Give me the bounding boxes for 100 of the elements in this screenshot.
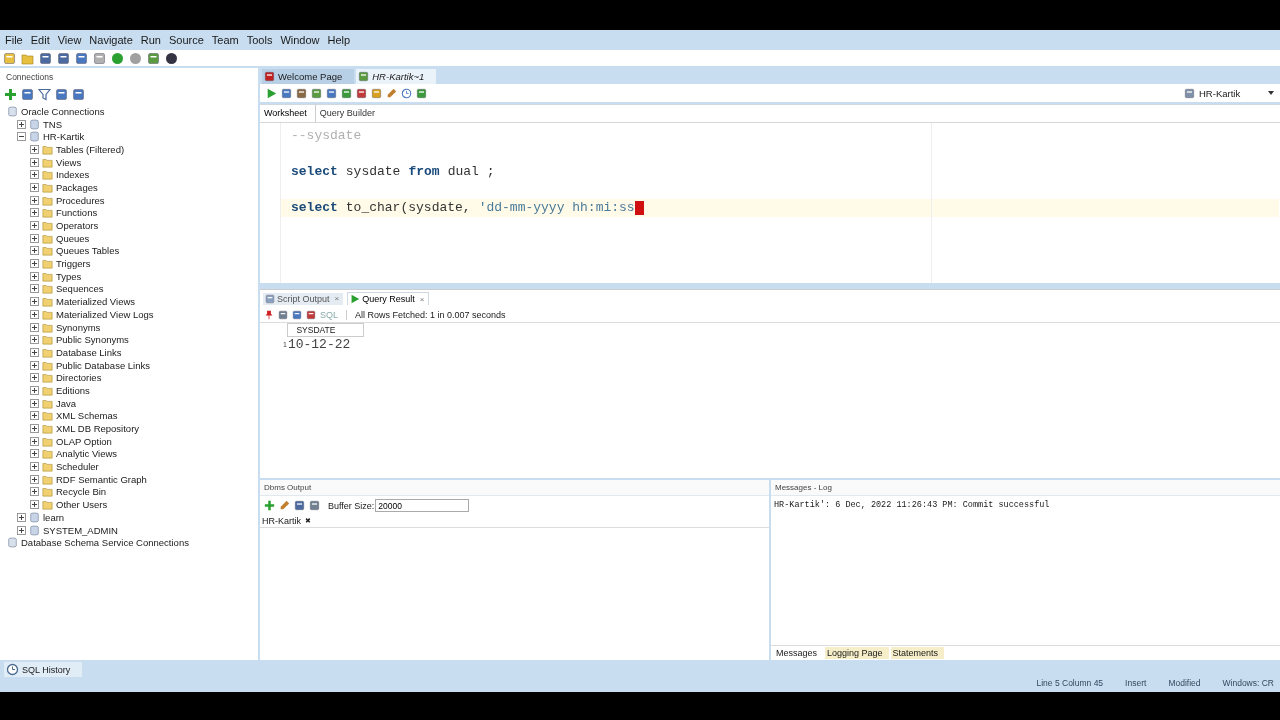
expand-toggle[interactable] — [17, 525, 26, 535]
menu-item[interactable]: Navigate — [89, 34, 133, 46]
expand-toggle[interactable] — [30, 195, 39, 205]
expand-toggle[interactable] — [30, 449, 39, 459]
menu-item[interactable]: View — [57, 34, 82, 46]
tree-item[interactable]: Queues — [56, 232, 90, 244]
tree-item[interactable]: Public Database Links — [56, 359, 150, 371]
tree-item[interactable]: Materialized View Logs — [56, 308, 154, 320]
tree-item[interactable]: Tables (Filtered) — [56, 143, 125, 155]
expand-toggle[interactable] — [30, 208, 39, 218]
expand-toggle[interactable] — [30, 322, 39, 332]
tree-item[interactable]: Oracle Connections — [21, 105, 105, 117]
expand-toggle[interactable] — [17, 512, 26, 522]
expand-toggle[interactable] — [30, 424, 39, 434]
tree-item[interactable]: learn — [43, 511, 65, 523]
tree-item[interactable]: Sequences — [56, 283, 104, 295]
editor-tab[interactable]: Welcome Page — [262, 69, 355, 84]
tree-item[interactable]: Database Links — [56, 346, 122, 358]
tree-item[interactable]: Operators — [56, 220, 99, 232]
editor-tab[interactable]: HR-Kartik~1 — [356, 69, 437, 84]
expand-toggle[interactable] — [17, 119, 26, 129]
menu-item[interactable]: Window — [280, 34, 320, 46]
run-icon[interactable] — [266, 87, 277, 99]
tree-item[interactable]: SYSTEM_ADMIN — [43, 524, 118, 536]
tree-item[interactable]: Java — [56, 397, 77, 409]
expand-toggle[interactable] — [30, 347, 39, 357]
collapse-toggle[interactable] — [17, 132, 26, 142]
menu-item[interactable]: Tools — [246, 34, 273, 46]
expand-toggle[interactable] — [30, 373, 39, 383]
tree-item[interactable]: TNS — [43, 118, 62, 130]
tree-item[interactable]: Analytic Views — [56, 448, 118, 460]
expand-toggle[interactable] — [30, 284, 39, 294]
tree-item[interactable]: Directories — [56, 372, 102, 384]
tree-item[interactable]: Recycle Bin — [56, 486, 107, 498]
go-icon[interactable] — [111, 51, 124, 65]
filter-icon[interactable] — [38, 87, 51, 101]
menu-item[interactable]: Help — [327, 34, 351, 46]
tree-item[interactable]: HR-Kartik — [43, 131, 85, 143]
worksheet-tab[interactable]: Worksheet — [260, 105, 316, 122]
tree-item[interactable]: Materialized Views — [56, 296, 136, 308]
add-icon[interactable] — [264, 500, 275, 511]
code-editor[interactable]: --sysdate select sysdate from dual ; select to_char(sysdate, 'dd-mm-yyyy hh:mi:ss — [260, 123, 1280, 283]
tree-item[interactable]: Other Users — [56, 499, 108, 511]
expand-toggle[interactable] — [30, 398, 39, 408]
expand-toggle[interactable] — [30, 271, 39, 281]
tree-item[interactable]: OLAP Option — [56, 435, 112, 447]
connection-dropdown[interactable]: HR-Kartik — [1184, 87, 1274, 99]
tree-item[interactable]: XML Schemas — [56, 410, 118, 422]
tree-item[interactable]: RDF Semantic Graph — [56, 473, 147, 485]
tree-item[interactable]: Procedures — [56, 194, 105, 206]
log-tab[interactable]: Logging Page — [825, 647, 889, 659]
sql-history-tab[interactable]: SQL History — [4, 662, 82, 677]
tree-item[interactable]: Database Schema Service Connections — [21, 537, 189, 549]
tree-item[interactable]: Queues Tables — [56, 245, 120, 257]
tree-item[interactable]: Types — [56, 270, 82, 282]
expand-toggle[interactable] — [30, 500, 39, 510]
menu-item[interactable]: File — [5, 34, 23, 46]
expand-toggle[interactable] — [30, 144, 39, 154]
expand-toggle[interactable] — [30, 259, 39, 269]
menu-item[interactable]: Team — [211, 34, 239, 46]
history-icon[interactable] — [401, 87, 412, 99]
tree-item[interactable]: Scheduler — [56, 461, 99, 473]
close-icon[interactable]: × — [334, 294, 340, 303]
expand-toggle[interactable] — [30, 474, 39, 484]
log-tab[interactable]: Statements — [890, 647, 945, 659]
tree-item[interactable]: Triggers — [56, 258, 91, 270]
menu-item[interactable]: Run — [140, 34, 161, 46]
expand-toggle[interactable] — [30, 157, 39, 167]
clear-icon[interactable] — [386, 87, 397, 99]
tree-item[interactable]: Synonyms — [56, 321, 101, 333]
add-icon[interactable] — [4, 87, 17, 101]
expand-toggle[interactable] — [30, 360, 39, 370]
worksheet-tab[interactable]: Query Builder — [315, 105, 383, 122]
expand-toggle[interactable] — [30, 411, 39, 421]
tree-item[interactable]: Packages — [56, 181, 98, 193]
connection-tab[interactable]: HR-Kartik — [262, 516, 301, 526]
expand-toggle[interactable] — [30, 221, 39, 231]
expand-toggle[interactable] — [30, 385, 39, 395]
expand-toggle[interactable] — [30, 436, 39, 446]
expand-toggle[interactable] — [30, 462, 39, 472]
column-header[interactable]: SYSDATE — [287, 323, 364, 337]
expand-toggle[interactable] — [30, 309, 39, 319]
close-icon[interactable]: × — [419, 294, 425, 304]
menu-item[interactable]: Edit — [30, 34, 50, 46]
menu-item[interactable]: Source — [168, 34, 204, 46]
tree-item[interactable]: Editions — [56, 384, 90, 396]
expand-toggle[interactable] — [30, 246, 39, 256]
expand-toggle[interactable] — [30, 233, 39, 243]
tree-item[interactable]: Public Synonyms — [56, 334, 129, 346]
tree-item[interactable]: Views — [56, 156, 82, 168]
expand-toggle[interactable] — [30, 182, 39, 192]
tree-item[interactable]: Functions — [56, 207, 98, 219]
result-tab[interactable]: Query Result × — [347, 292, 430, 305]
expand-toggle[interactable] — [30, 297, 39, 307]
expand-toggle[interactable] — [30, 335, 39, 345]
tree-item[interactable]: Indexes — [56, 169, 90, 181]
buffer-size-field[interactable]: 20000 — [375, 499, 470, 512]
expand-toggle[interactable] — [30, 170, 39, 180]
expand-toggle[interactable] — [30, 487, 39, 497]
tree-item[interactable]: XML DB Repository — [56, 423, 140, 435]
